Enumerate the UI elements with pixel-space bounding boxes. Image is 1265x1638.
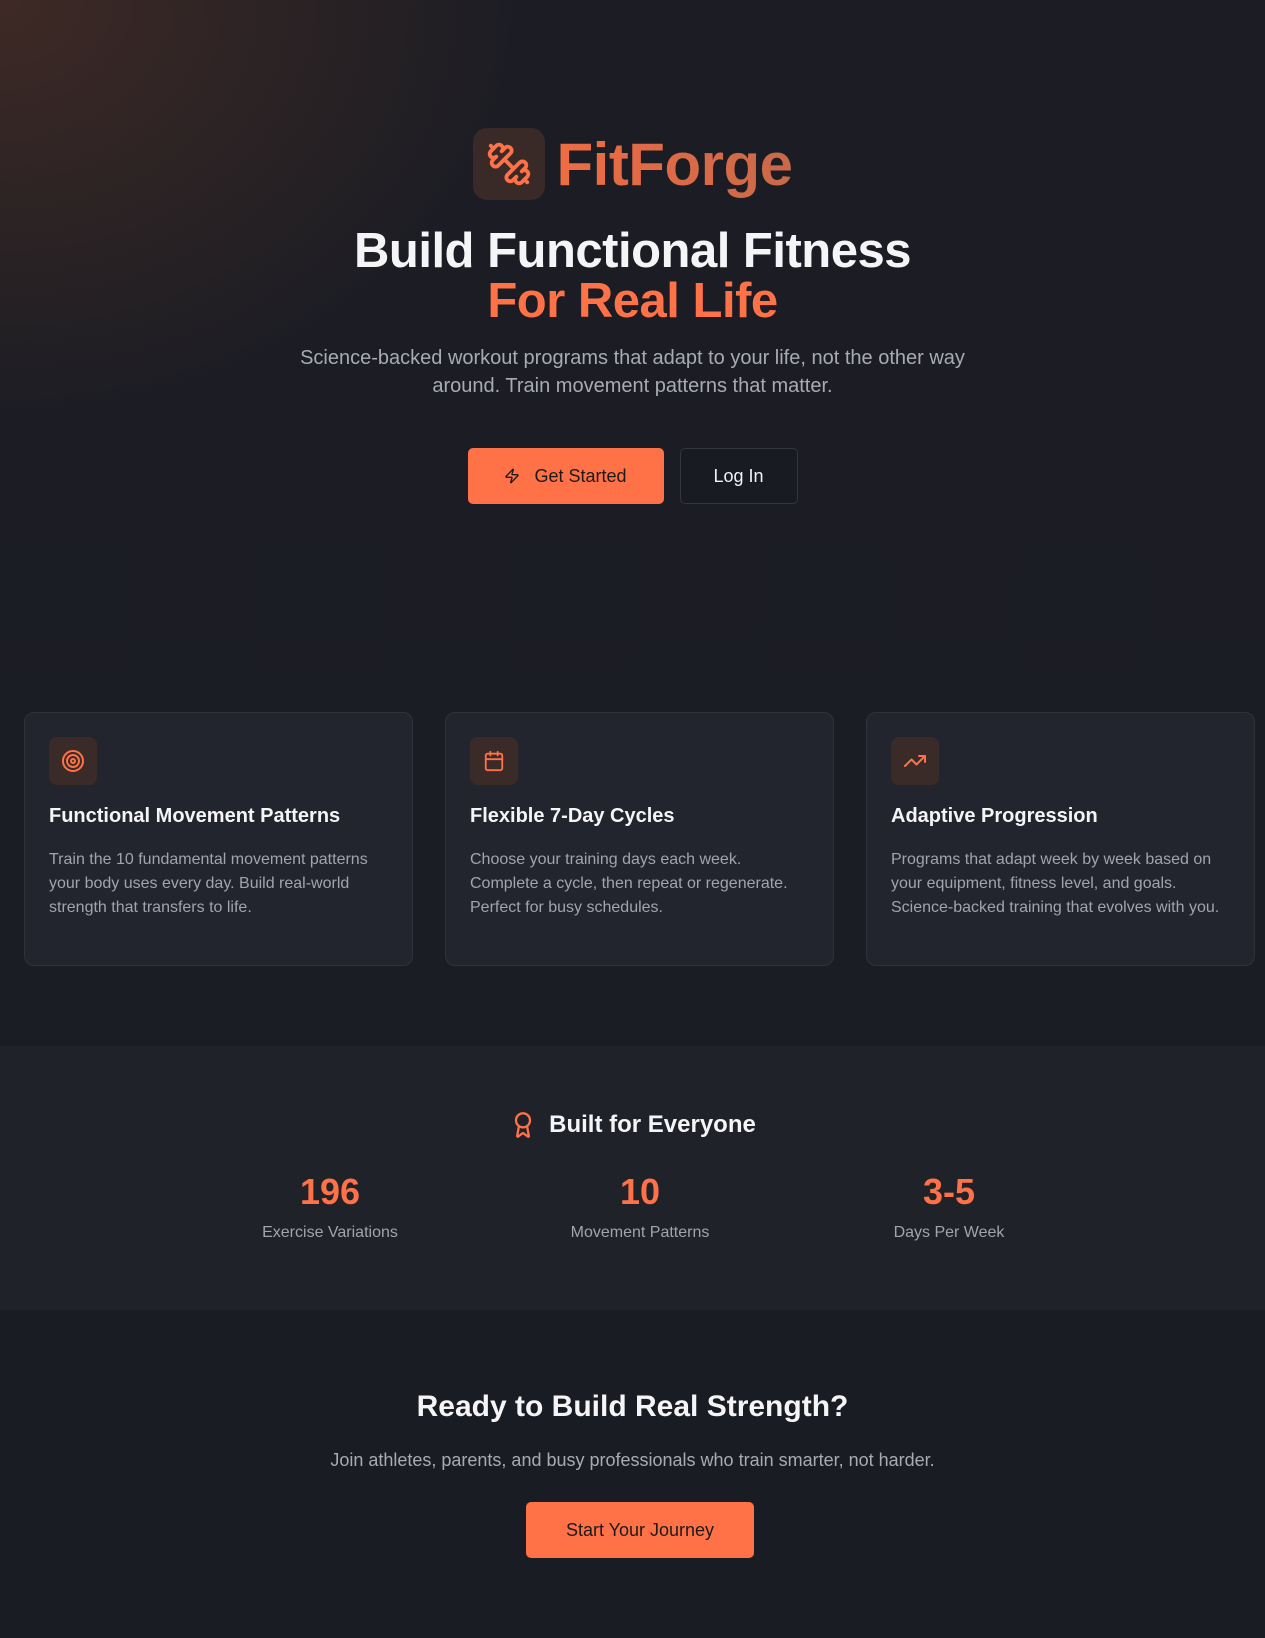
get-started-label: Get Started bbox=[534, 465, 627, 486]
final-cta-section: Ready to Build Real Strength? Join athle… bbox=[0, 1310, 1265, 1638]
stats-section: Built for Everyone 196 Exercise Variatio… bbox=[0, 1046, 1265, 1310]
final-cta-subtitle: Join athletes, parents, and busy profess… bbox=[330, 1450, 935, 1470]
final-cta-title: Ready to Build Real Strength? bbox=[416, 1390, 849, 1423]
brand-name: FitForge bbox=[556, 130, 793, 198]
stat-value: 196 bbox=[299, 1171, 361, 1212]
hero-cta-group: Get Started Log In bbox=[0, 448, 1265, 504]
stat-value: 10 bbox=[619, 1171, 661, 1212]
feature-description: Choose your training days each week. Com… bbox=[470, 851, 788, 916]
get-started-button[interactable]: Get Started bbox=[467, 448, 664, 504]
award-icon bbox=[514, 1112, 532, 1138]
feature-title: Adaptive Progression bbox=[891, 805, 1098, 827]
stat-label: Movement Patterns bbox=[570, 1224, 710, 1241]
stats-heading-label: Built for Everyone bbox=[549, 1111, 756, 1138]
stat-movement-patterns: 10 Movement Patterns bbox=[530, 1172, 750, 1242]
start-your-journey-button[interactable]: Start Your Journey bbox=[526, 1502, 754, 1558]
page-title: Build Functional Fitness For Real Life bbox=[0, 226, 1265, 326]
headline-line-2: For Real Life bbox=[487, 274, 778, 328]
zap-icon bbox=[505, 468, 520, 484]
stats-heading: Built for Everyone bbox=[0, 1110, 1265, 1140]
log-in-button[interactable]: Log In bbox=[679, 448, 798, 504]
stat-label: Days Per Week bbox=[893, 1224, 1005, 1241]
features-grid: Functional Movement Patterns Train the 1… bbox=[24, 712, 1256, 966]
stat-value: 3-5 bbox=[922, 1171, 976, 1212]
feature-card: Flexible 7-Day Cycles Choose your traini… bbox=[445, 712, 834, 966]
feature-title: Functional Movement Patterns bbox=[49, 805, 341, 827]
headline-line-1: Build Functional Fitness bbox=[354, 224, 911, 278]
stat-label: Exercise Variations bbox=[262, 1224, 398, 1241]
feature-title: Flexible 7-Day Cycles bbox=[470, 805, 675, 827]
target-icon bbox=[49, 737, 97, 785]
stat-days-per-week: 3-5 Days Per Week bbox=[839, 1172, 1059, 1242]
brand-logo: FitForge bbox=[0, 128, 1265, 200]
trending-up-icon bbox=[891, 737, 939, 785]
hero-subtitle: Science-backed workout programs that ada… bbox=[300, 347, 965, 397]
feature-card: Functional Movement Patterns Train the 1… bbox=[24, 712, 413, 966]
calendar-icon bbox=[470, 737, 518, 785]
feature-card: Adaptive Progression Programs that adapt… bbox=[866, 712, 1255, 966]
feature-description: Train the 10 fundamental movement patter… bbox=[49, 851, 368, 916]
feature-description: Programs that adapt week by week based o… bbox=[891, 851, 1220, 916]
dumbbell-icon bbox=[472, 128, 545, 200]
stat-exercise-variations: 196 Exercise Variations bbox=[220, 1172, 440, 1242]
